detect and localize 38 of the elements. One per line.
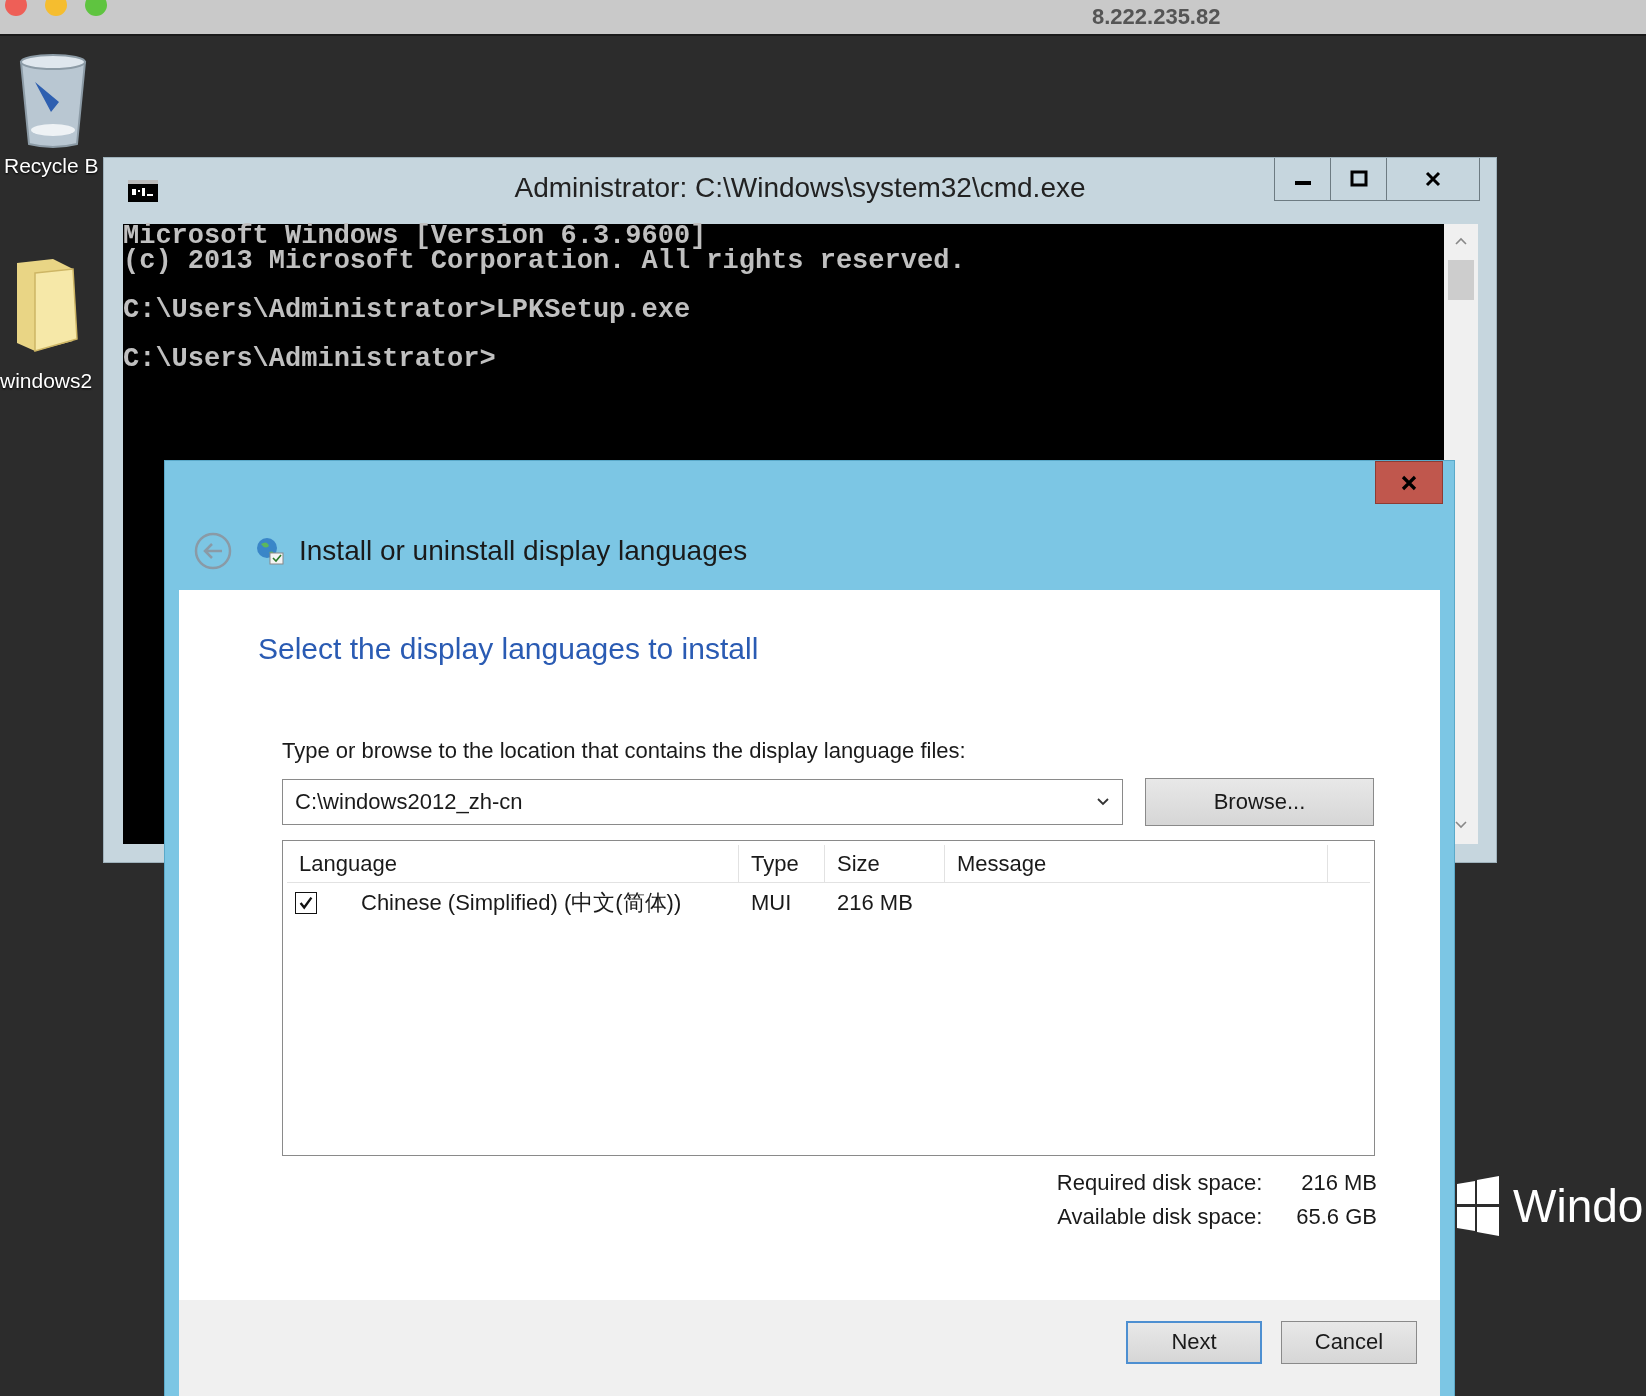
- column-header[interactable]: Message: [945, 844, 1328, 883]
- table-cell-text: MUI: [750, 889, 793, 916]
- table-cell-text: 216 MB: [836, 889, 914, 916]
- column-header[interactable]: Type: [739, 844, 825, 883]
- location-combo-box[interactable]: C:\windows2012_zh-cn: [282, 778, 1123, 825]
- dialog-title: Install or uninstall display languages: [299, 535, 748, 567]
- cancel-button[interactable]: Cancel: [1281, 1320, 1417, 1364]
- close-button[interactable]: [1375, 461, 1443, 504]
- browse-button[interactable]: Browse...: [1145, 777, 1374, 826]
- window-title: Administrator: C:\Windows\system32\cmd.exe: [514, 172, 1086, 204]
- scrollbar-thumb[interactable]: [1448, 260, 1474, 300]
- close-icon[interactable]: [1423, 169, 1443, 189]
- disk-space-value: 65.6 GB: [1296, 1203, 1377, 1230]
- globe-icon: [255, 536, 285, 566]
- session-title: 8.222.235.82: [1092, 4, 1221, 30]
- desktop-icon-label[interactable]: Recycle B: [4, 154, 99, 178]
- console-line: C:\Users\Administrator>: [123, 347, 497, 372]
- desktop-icon-label[interactable]: windows2: [0, 369, 93, 393]
- table-cell-text: Chinese (Simplified) (中文(简体)): [361, 888, 682, 917]
- next-button[interactable]: Next: [1126, 1320, 1262, 1364]
- disk-space-value: 216 MB: [1300, 1169, 1377, 1196]
- scroll-up-icon[interactable]: [1454, 236, 1468, 246]
- console-icon: [128, 180, 158, 202]
- page-heading: Select the display languages to install: [258, 631, 760, 666]
- console-line: C:\Users\Administrator>LPKSetup.exe: [123, 298, 692, 323]
- disk-space-label: Required disk space:: [1056, 1169, 1263, 1196]
- column-header[interactable]: Language: [287, 844, 739, 883]
- checkbox[interactable]: [295, 891, 317, 914]
- windows-logo-icon: [1457, 1176, 1499, 1236]
- desktop-brand-text: Windo: [1513, 1179, 1644, 1233]
- scroll-down-icon[interactable]: [1454, 820, 1468, 830]
- console-line: Microsoft Windows [Version 6.3.9600]: [123, 224, 708, 249]
- console-line: (c) 2013 Microsoft Corporation. All rights reserved.: [123, 249, 967, 274]
- caret-icon[interactable]: [1096, 796, 1110, 807]
- maximize-icon[interactable]: [1348, 169, 1369, 189]
- disk-space-label: Available disk space:: [1056, 1203, 1263, 1230]
- column-header[interactable]: Size: [825, 844, 945, 883]
- location-label: Type or browse to the location that contains the display language files:: [282, 737, 967, 764]
